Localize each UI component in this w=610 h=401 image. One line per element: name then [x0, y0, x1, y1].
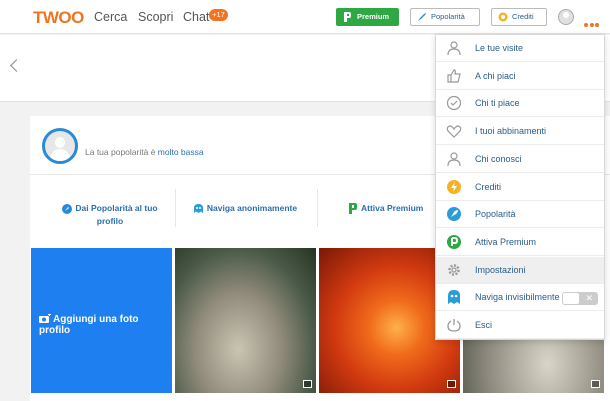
boost-popularity-action[interactable]: Dai Popolarità al tuo profilo — [50, 203, 170, 226]
back-arrow-icon[interactable] — [10, 59, 23, 72]
camera-plus-icon — [39, 313, 51, 324]
gear-icon — [446, 262, 462, 278]
rocket-icon — [418, 13, 426, 21]
menu-item-chi-ti-piace[interactable]: Chi ti piace — [436, 90, 604, 118]
user-avatar[interactable] — [558, 9, 574, 25]
ghost-icon — [193, 204, 203, 214]
nav-scopri[interactable]: Scopri — [138, 10, 173, 24]
image-icon — [447, 380, 456, 388]
profile-avatar[interactable] — [42, 128, 78, 164]
lightning-icon — [446, 179, 462, 195]
credits-button-label: Crediti — [512, 12, 534, 21]
menu-item-label: A chi piaci — [475, 70, 516, 81]
menu-item-a-chi-piaci[interactable]: A chi piaci — [436, 63, 604, 90]
premium-action-label: Attiva Premium — [361, 203, 424, 213]
menu-item-label: I tuoi abbinamenti — [475, 126, 547, 137]
menu-item-label: Crediti — [475, 181, 502, 192]
menu-item-label: Chi conosci — [475, 153, 522, 164]
menu-item-esci[interactable]: Esci — [436, 312, 604, 339]
people-icon — [446, 151, 462, 167]
menu-item-impostazioni[interactable]: Impostazioni — [436, 256, 604, 284]
menu-item-label: Impostazioni — [475, 264, 526, 275]
top-bar: TWOO Cerca Scopri Chat +17 Premium Popol… — [0, 0, 610, 34]
anon-label: Naviga anonimamente — [206, 203, 298, 213]
menu-item-label: Le tue visite — [475, 43, 524, 53]
menu-item-label: Popolarità — [475, 209, 516, 220]
ghost-icon — [446, 289, 462, 305]
menu-item-le-tue-visite[interactable]: Le tue visite — [436, 35, 604, 62]
menu-item-chi-conosci[interactable]: Chi conosci — [436, 146, 604, 173]
invisible-mode-toggle[interactable]: ✕ — [562, 292, 598, 306]
browse-anonymously-action[interactable]: Naviga anonimamente — [190, 203, 300, 214]
divider — [175, 189, 176, 227]
toggle-off-icon: ✕ — [585, 293, 593, 304]
user-dropdown-menu: Le tue visite A chi piaci Chi ti piace I tu… — [435, 34, 605, 340]
chat-count-badge: +17 — [209, 9, 228, 21]
activate-premium-action[interactable]: Attiva Premium — [348, 203, 428, 215]
premium-p-icon — [349, 203, 357, 215]
menu-item-label: Esci — [475, 320, 493, 330]
more-menu-icon[interactable] — [584, 14, 601, 32]
photo-koala[interactable] — [175, 248, 316, 393]
boost-line-1: Dai Popolarità al tuo — [75, 203, 158, 213]
premium-button-label: Premium — [357, 12, 390, 21]
nav-cerca[interactable]: Cerca — [94, 10, 127, 24]
thumbs-up-icon — [446, 68, 462, 84]
popularity-status: La tua popolarità è molto bassa — [85, 147, 204, 157]
twoo-logo[interactable]: TWOO — [33, 8, 84, 28]
heart-icon — [446, 123, 462, 139]
popularity-button[interactable]: Popolarità — [410, 8, 480, 26]
premium-p-icon — [344, 12, 351, 22]
menu-item-label: Attiva Premium — [475, 236, 537, 247]
coin-icon — [498, 12, 508, 22]
menu-item-naviga-invisibilmente[interactable]: Naviga invisibilmente ✕ — [436, 284, 604, 312]
rocket-icon — [446, 206, 462, 222]
menu-item-label: Chi ti piace — [475, 98, 520, 109]
menu-item-crediti[interactable]: Crediti — [436, 174, 604, 201]
popularity-level-link[interactable]: molto bassa — [158, 147, 204, 157]
menu-item-label: Naviga invisibilmente — [475, 292, 560, 303]
menu-item-i-tuoi-abbinamenti[interactable]: I tuoi abbinamenti — [436, 118, 604, 146]
premium-button[interactable]: Premium — [336, 8, 399, 26]
popularity-prefix: La tua popolarità è — [85, 147, 158, 157]
image-icon — [303, 380, 312, 388]
add-photo-text: Aggiungi una foto profilo — [39, 314, 139, 336]
add-photo-label: Aggiungi una foto profilo — [39, 313, 172, 336]
check-circle-icon — [446, 95, 462, 111]
add-photo-tile[interactable]: Aggiungi una foto profilo — [31, 248, 172, 393]
credits-button[interactable]: Crediti — [491, 8, 547, 26]
visitors-icon — [446, 40, 462, 56]
boost-line-2: profilo — [96, 215, 124, 226]
divider — [317, 189, 318, 227]
premium-p-icon — [446, 234, 462, 250]
nav-chat[interactable]: Chat — [183, 10, 209, 24]
menu-item-popolarità[interactable]: Popolarità — [436, 201, 604, 229]
rocket-icon — [62, 203, 73, 214]
menu-item-attiva-premium[interactable]: Attiva Premium — [436, 229, 604, 256]
power-icon — [446, 317, 462, 333]
popularity-button-label: Popolarità — [431, 12, 465, 21]
image-icon — [591, 380, 600, 388]
